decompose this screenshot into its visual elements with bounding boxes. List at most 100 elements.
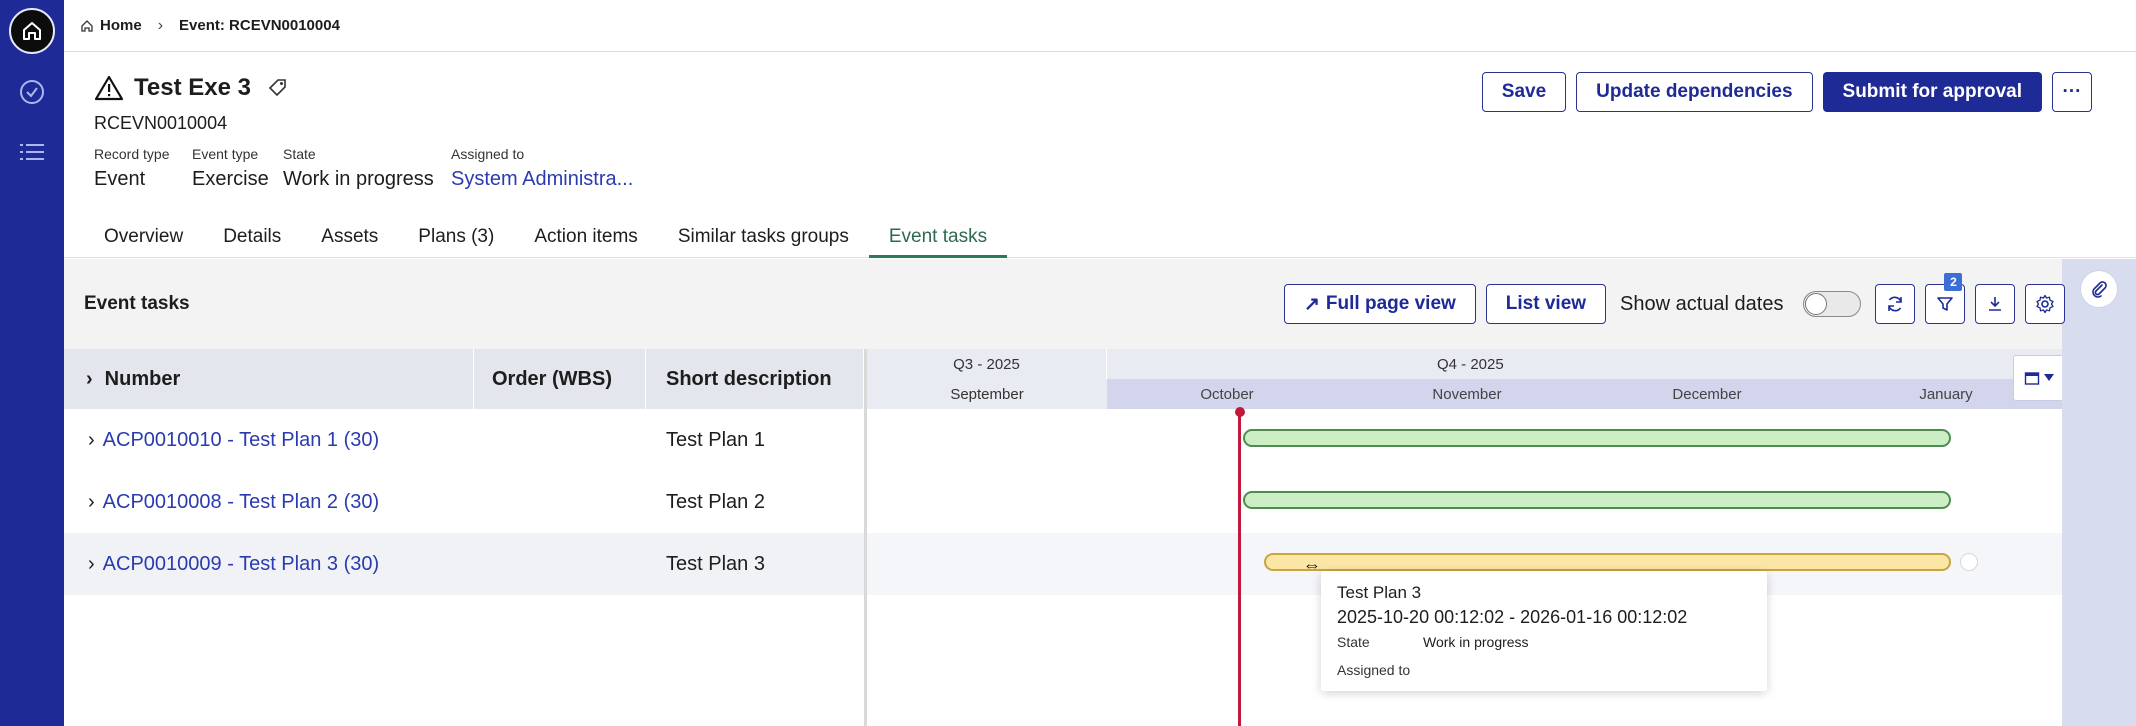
home-small-icon xyxy=(81,19,93,32)
tooltip-state: State Work in progress xyxy=(1337,634,1751,650)
check-circle-icon[interactable] xyxy=(18,78,46,106)
download-button[interactable] xyxy=(1975,284,2016,324)
row-description: Test Plan 1 xyxy=(666,428,765,451)
gear-icon xyxy=(2036,294,2055,314)
save-button[interactable]: Save xyxy=(1481,72,1567,112)
meta-value: Exercise xyxy=(192,168,269,190)
tooltip-assigned-label: Assigned to xyxy=(1337,662,1411,678)
meta-label: Event type xyxy=(192,146,259,162)
column-number[interactable]: › Number xyxy=(64,349,474,409)
full-page-view-label: Full page view xyxy=(1325,293,1456,314)
meta-label: State xyxy=(283,146,316,162)
meta-value: Event xyxy=(94,168,146,190)
row-description: Test Plan 2 xyxy=(666,490,765,513)
row-number-link[interactable]: ACP0010010 - Test Plan 1 (30) xyxy=(103,429,379,452)
meta-state: State Work in progress xyxy=(283,146,434,191)
meta-assigned-to: Assigned to System Administra... xyxy=(451,146,633,191)
tab-assets[interactable]: Assets xyxy=(301,216,398,258)
gantt-quarter: Q3 - 2025 xyxy=(867,349,1107,379)
assigned-to-link[interactable]: System Administra... xyxy=(451,168,633,191)
gantt-bar-test-plan-1[interactable] xyxy=(1243,429,1951,447)
toggle-knob xyxy=(1805,293,1828,315)
table-row[interactable]: › ACP0010010 - Test Plan 1 (30) Test Pla… xyxy=(64,409,864,471)
bar-end-handle[interactable] xyxy=(1960,553,1978,571)
gantt-month: September xyxy=(867,379,1107,409)
warning-icon xyxy=(94,75,124,101)
full-page-view-button[interactable]: ↗ Full page view xyxy=(1284,284,1476,324)
paperclip-icon[interactable] xyxy=(2080,270,2118,308)
breadcrumb: Home › Event: RCEVN0010004 xyxy=(64,0,2136,52)
settings-button[interactable] xyxy=(2025,284,2066,324)
expand-chevron-icon[interactable]: › xyxy=(88,491,95,514)
breadcrumb-home-label: Home xyxy=(100,17,142,34)
column-short-description[interactable]: Short description xyxy=(646,349,864,409)
column-order-label: Order (WBS) xyxy=(492,367,612,390)
tooltip-title: Test Plan 3 xyxy=(1337,583,1422,602)
filter-count-badge: 2 xyxy=(1944,273,1963,291)
header-actions: Save Update dependencies Submit for appr… xyxy=(1481,72,2092,112)
meta-event-type: Event type Exercise xyxy=(192,146,269,191)
tooltip-assigned: Assigned to xyxy=(1337,662,1751,678)
row-description: Test Plan 3 xyxy=(666,552,765,575)
tab-plans[interactable]: Plans (3) xyxy=(398,216,514,258)
caret-down-icon xyxy=(2044,374,2054,381)
record-title-row: Test Exe 3 xyxy=(94,74,289,102)
gantt-toolbar: ↗ Full page view List view Show actual d… xyxy=(1284,273,2066,324)
tab-overview[interactable]: Overview xyxy=(84,216,203,258)
list-view-button[interactable]: List view xyxy=(1485,284,1607,324)
show-actual-dates-label: Show actual dates xyxy=(1620,292,1784,315)
right-sidebar-strip xyxy=(2062,259,2136,726)
gantt-bar-test-plan-2[interactable] xyxy=(1243,491,1951,509)
column-order-wbs[interactable]: Order (WBS) xyxy=(474,349,646,409)
breadcrumb-current: Event: RCEVN0010004 xyxy=(179,17,340,34)
panel-title: Event tasks xyxy=(84,293,190,314)
column-number-label: Number xyxy=(104,367,181,390)
meta-label: Record type xyxy=(94,146,170,162)
gantt-tooltip: Test Plan 3 2025-10-20 00:12:02 - 2026-0… xyxy=(1321,571,1767,691)
gantt-bar-test-plan-3[interactable] xyxy=(1264,553,1951,571)
gantt-month: November xyxy=(1347,379,1587,409)
row-number-link[interactable]: ACP0010009 - Test Plan 3 (30) xyxy=(103,553,379,576)
update-dependencies-button[interactable]: Update dependencies xyxy=(1576,72,1813,112)
resize-cursor-icon: ⇔ xyxy=(1303,555,1321,575)
home-icon[interactable] xyxy=(9,8,55,54)
tab-action-items[interactable]: Action items xyxy=(514,216,657,258)
row-number-link[interactable]: ACP0010008 - Test Plan 2 (30) xyxy=(103,491,379,514)
refresh-icon xyxy=(1888,296,1903,312)
filter-button[interactable]: 2 xyxy=(1925,273,1966,324)
tab-event-tasks[interactable]: Event tasks xyxy=(868,216,1008,258)
chevron-right-icon[interactable]: › xyxy=(86,368,93,391)
gantt-quarter: Q4 - 2025 xyxy=(1107,349,2062,379)
more-actions-button[interactable]: ··· xyxy=(2052,72,2092,112)
gantt-month: December xyxy=(1587,379,1827,409)
calendar-zoom-control[interactable] xyxy=(2013,355,2062,401)
tag-icon[interactable] xyxy=(267,77,289,99)
show-actual-dates-toggle[interactable] xyxy=(1803,291,1862,317)
calendar-icon xyxy=(2024,372,2040,385)
table-row[interactable]: › ACP0010008 - Test Plan 2 (30) Test Pla… xyxy=(64,471,864,533)
record-tabs: Overview Details Assets Plans (3) Action… xyxy=(64,216,2136,258)
breadcrumb-home[interactable]: Home xyxy=(80,17,142,34)
expand-chevron-icon[interactable]: › xyxy=(88,553,95,576)
table-row[interactable]: › ACP0010009 - Test Plan 3 (30) Test Pla… xyxy=(64,533,864,595)
tab-details[interactable]: Details xyxy=(203,216,301,258)
record-number: RCEVN0010004 xyxy=(94,113,228,133)
left-rail xyxy=(0,0,64,726)
submit-for-approval-button[interactable]: Submit for approval xyxy=(1822,72,2042,112)
column-desc-label: Short description xyxy=(666,367,832,390)
meta-label: Assigned to xyxy=(451,146,525,162)
tasks-grid: › Number Order (WBS) Short description ›… xyxy=(64,349,864,726)
gantt-month: October xyxy=(1107,379,1347,409)
tooltip-state-label: State xyxy=(1337,634,1370,650)
list-icon[interactable] xyxy=(18,138,46,166)
tooltip-dates: 2025-10-20 00:12:02 - 2026-01-16 00:12:0… xyxy=(1337,607,1688,627)
grid-header: › Number Order (WBS) Short description xyxy=(64,349,864,409)
meta-value: Work in progress xyxy=(283,168,434,190)
tooltip-state-value: Work in progress xyxy=(1423,634,1529,650)
download-icon xyxy=(1989,297,2002,311)
refresh-button[interactable] xyxy=(1875,284,1916,324)
arrow-up-right-icon: ↗ xyxy=(1304,293,1320,315)
expand-chevron-icon[interactable]: › xyxy=(88,429,95,452)
tab-similar-tasks-groups[interactable]: Similar tasks groups xyxy=(658,216,869,258)
meta-record-type: Record type Event xyxy=(94,146,169,191)
